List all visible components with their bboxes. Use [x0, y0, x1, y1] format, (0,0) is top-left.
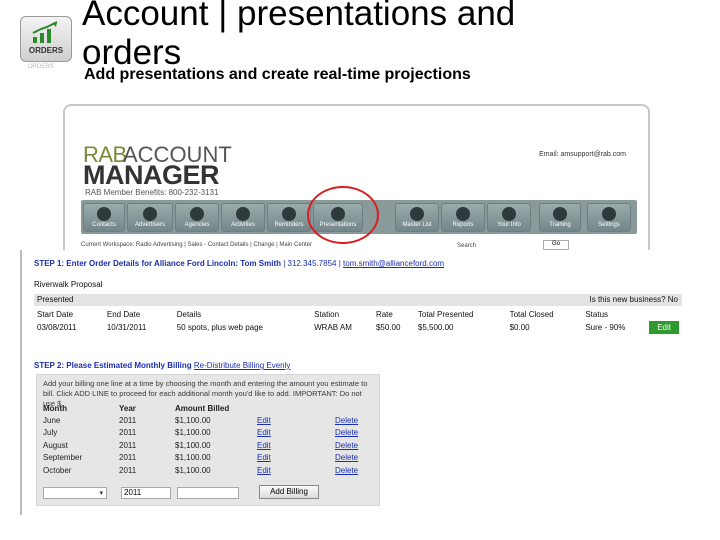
- billing-header-row: Month Year Amount Billed: [43, 404, 230, 413]
- presentations-highlight-circle: [307, 186, 379, 244]
- toolbar-reminders-button[interactable]: Reminders: [267, 203, 311, 232]
- edit-billing-link[interactable]: Edit: [257, 466, 271, 475]
- account-manager-screenshot: RAB ACCOUNT MANAGER RAB Member Benefits:…: [63, 104, 650, 250]
- settings-icon: [602, 207, 616, 221]
- edit-billing-link[interactable]: Edit: [257, 453, 271, 462]
- toolbar-your-info-button[interactable]: Your Info: [487, 203, 531, 232]
- slide-title: Account | presentations and orders: [82, 0, 516, 72]
- edit-billing-link[interactable]: Edit: [257, 441, 271, 450]
- slide: ORDERS ORDERS Account | presentations an…: [0, 0, 720, 540]
- chevron-down-icon: ▾: [99, 490, 103, 497]
- col-details: Details: [173, 308, 312, 320]
- presentation-table: Start Date End Date Details Station Rate…: [34, 308, 682, 335]
- col-status: Status: [582, 308, 647, 320]
- contact-email-link[interactable]: tom.smith@allianceford.com: [343, 259, 444, 268]
- table-header-row: Start Date End Date Details Station Rate…: [34, 308, 682, 320]
- presented-label: Presented: [37, 295, 74, 304]
- redistribute-billing-link[interactable]: Re-Distribute Billing Evenly: [194, 361, 290, 370]
- delete-billing-link[interactable]: Delete: [335, 466, 358, 475]
- toolbar-activities-button[interactable]: Activities: [221, 203, 265, 232]
- delete-billing-link[interactable]: Delete: [335, 428, 358, 437]
- toolbar-training-button[interactable]: Training: [539, 203, 581, 232]
- search-label: Search: [457, 243, 477, 249]
- col-total-presented: Total Presented: [414, 308, 507, 320]
- table-row: 03/08/2011 10/31/2011 50 spots, plus web…: [34, 320, 682, 335]
- add-billing-row: ▾ 2011 Add Billing: [43, 485, 375, 501]
- delete-billing-link[interactable]: Delete: [335, 453, 358, 462]
- toolbar-master-list-button[interactable]: Master List: [395, 203, 439, 232]
- toolbar-contacts-button[interactable]: Contacts: [83, 203, 125, 232]
- logo-label: ORDERS: [28, 46, 64, 55]
- trend-chart-icon: [32, 21, 58, 43]
- col-rate: Rate: [372, 308, 415, 320]
- activities-icon: [236, 207, 250, 221]
- proposal-title: Riverwalk Proposal: [34, 280, 103, 289]
- agencies-icon: [190, 207, 204, 221]
- toolbar-settings-button[interactable]: Settings: [587, 203, 631, 232]
- amount-input[interactable]: [177, 487, 239, 499]
- edit-billing-link[interactable]: Edit: [257, 416, 271, 425]
- support-email: Email: amsupport@rab.com: [539, 151, 626, 158]
- order-screenshot: STEP 1: Enter Order Details for Alliance…: [20, 250, 697, 515]
- billing-table: Month Year Amount Billed June 2011 $1,10…: [41, 403, 360, 477]
- step2-heading: STEP 2: Please Estimated Monthly Billing…: [34, 361, 291, 370]
- month-select[interactable]: ▾: [43, 487, 107, 499]
- billing-row: June 2011 $1,100.00 Edit Delete: [43, 415, 359, 425]
- advertisers-icon: [143, 207, 157, 221]
- year-input[interactable]: 2011: [121, 487, 171, 499]
- col-end-date: End Date: [103, 308, 174, 320]
- go-button[interactable]: Go: [543, 240, 569, 250]
- toolbar-reports-button[interactable]: Reports: [441, 203, 485, 232]
- master-list-icon: [410, 207, 424, 221]
- billing-panel: Add your billing one line at a time by c…: [36, 374, 380, 506]
- edit-billing-link[interactable]: Edit: [257, 428, 271, 437]
- step1-heading: STEP 1: Enter Order Details for Alliance…: [34, 259, 445, 268]
- reports-icon: [456, 207, 470, 221]
- brand-manager: MANAGER: [83, 160, 220, 190]
- delete-billing-link[interactable]: Delete: [335, 441, 358, 450]
- your-info-icon: [502, 207, 516, 221]
- col-total-closed: Total Closed: [506, 308, 583, 320]
- presented-bar: Presented Is this new business? No: [34, 294, 682, 306]
- billing-row: August 2011 $1,100.00 Edit Delete: [43, 440, 359, 450]
- orders-logo: ORDERS: [20, 16, 72, 62]
- logo-reflection: ORDERS: [28, 64, 54, 70]
- billing-row: October 2011 $1,100.00 Edit Delete: [43, 465, 359, 475]
- billing-row: September 2011 $1,100.00 Edit Delete: [43, 453, 359, 463]
- delete-billing-link[interactable]: Delete: [335, 416, 358, 425]
- contacts-icon: [97, 207, 111, 221]
- col-station: Station: [311, 308, 373, 320]
- billing-row: July 2011 $1,100.00 Edit Delete: [43, 428, 359, 438]
- reminders-icon: [282, 207, 296, 221]
- add-billing-button[interactable]: Add Billing: [259, 485, 319, 499]
- toolbar-agencies-button[interactable]: Agencies: [175, 203, 219, 232]
- edit-presentation-button[interactable]: Edit: [649, 321, 679, 334]
- member-benefits-line: RAB Member Benefits: 800-232-3131: [85, 188, 219, 197]
- toolbar-advertisers-button[interactable]: Advertisers: [127, 203, 173, 232]
- new-business-question: Is this new business? No: [589, 295, 679, 304]
- slide-subtitle: Add presentations and create real-time p…: [84, 66, 471, 83]
- col-start-date: Start Date: [34, 308, 104, 320]
- training-icon: [553, 207, 567, 221]
